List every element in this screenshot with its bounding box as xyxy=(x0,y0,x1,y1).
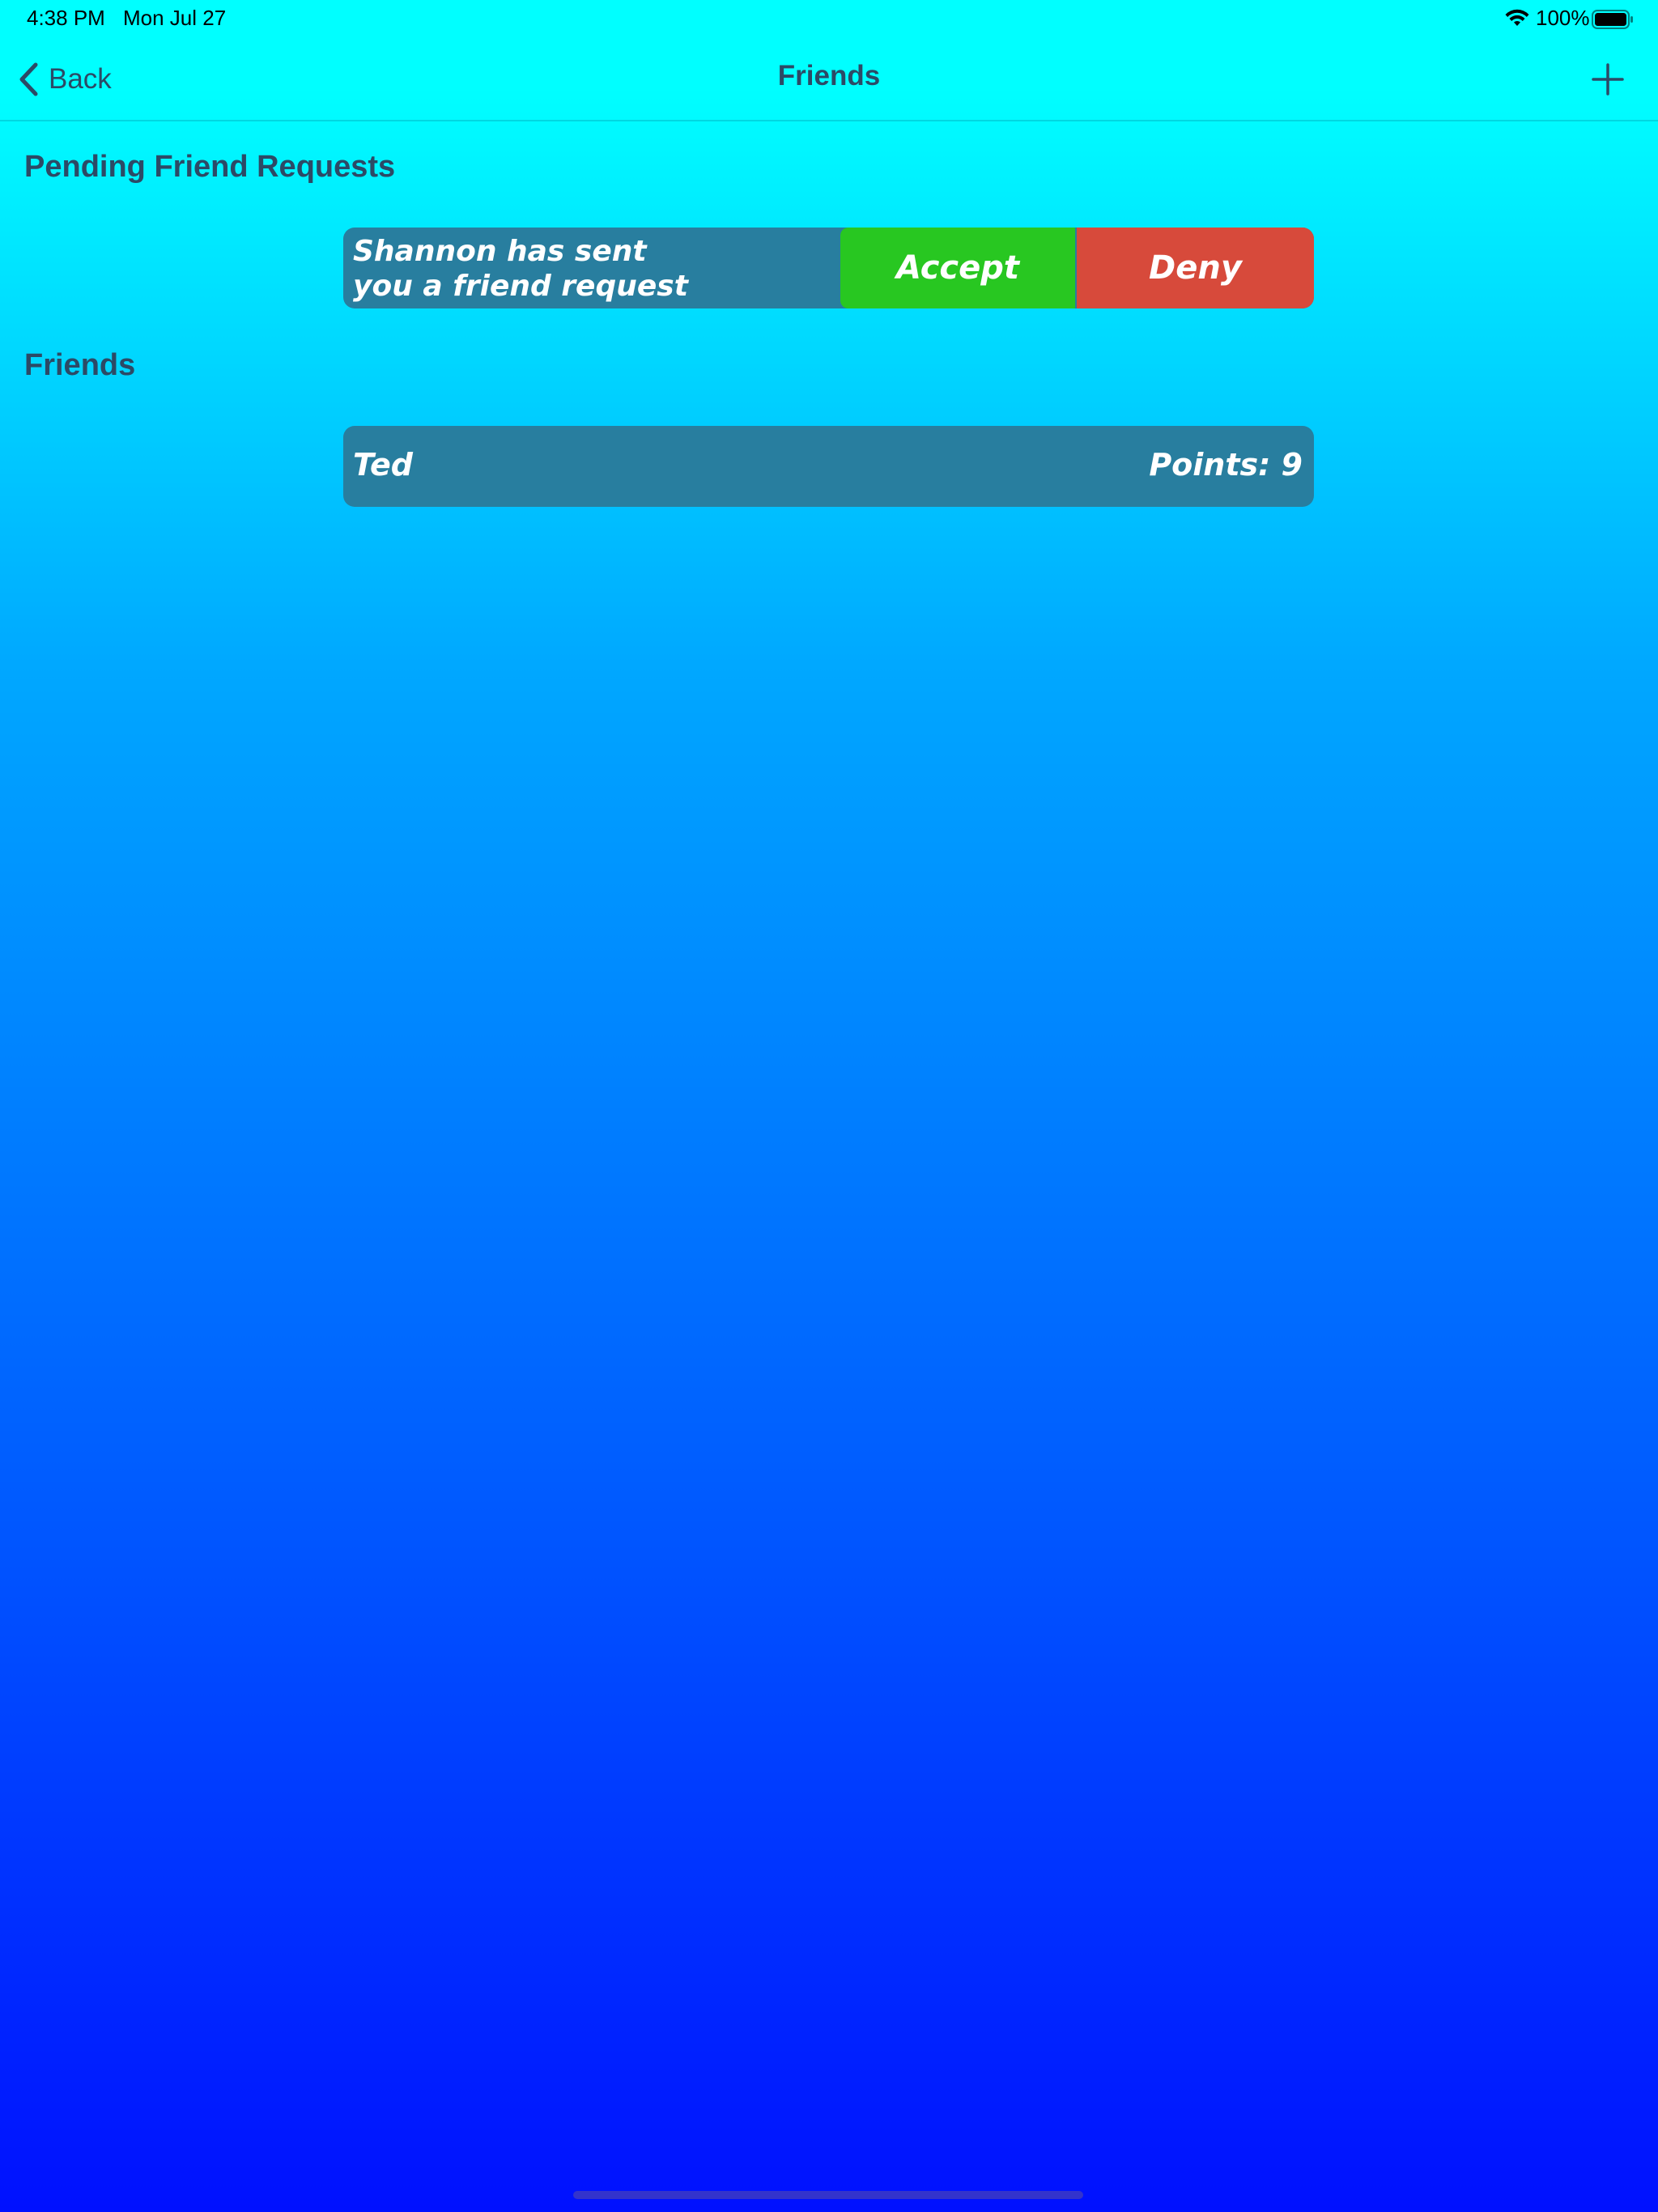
friend-request-message: Shannon has sent you a friend request xyxy=(353,235,688,303)
friend-name: Ted xyxy=(353,447,413,483)
friend-list-item[interactable]: Ted Points: 9 xyxy=(343,426,1314,507)
status-date: Mon Jul 27 xyxy=(123,6,227,30)
deny-button[interactable]: Deny xyxy=(1077,228,1314,308)
friend-points: Points: 9 xyxy=(1149,447,1303,483)
battery-full-icon xyxy=(1592,10,1633,29)
pending-requests-header: Pending Friend Requests xyxy=(24,150,396,184)
friends-header: Friends xyxy=(24,348,136,382)
status-bar: 4:38 PM Mon Jul 27 100% xyxy=(0,0,1658,39)
status-time: 4:38 PM xyxy=(27,6,105,30)
page-title: Friends xyxy=(777,60,881,91)
plus-icon[interactable] xyxy=(1587,58,1629,100)
accept-button[interactable]: Accept xyxy=(840,228,1075,308)
friend-request-card: Shannon has sent you a friend request Ac… xyxy=(343,228,1314,308)
navigation-bar: Back Friends xyxy=(0,39,1658,121)
wifi-icon xyxy=(1505,9,1529,26)
battery-percentage: 100% xyxy=(1536,6,1590,30)
home-indicator xyxy=(573,2191,1083,2199)
